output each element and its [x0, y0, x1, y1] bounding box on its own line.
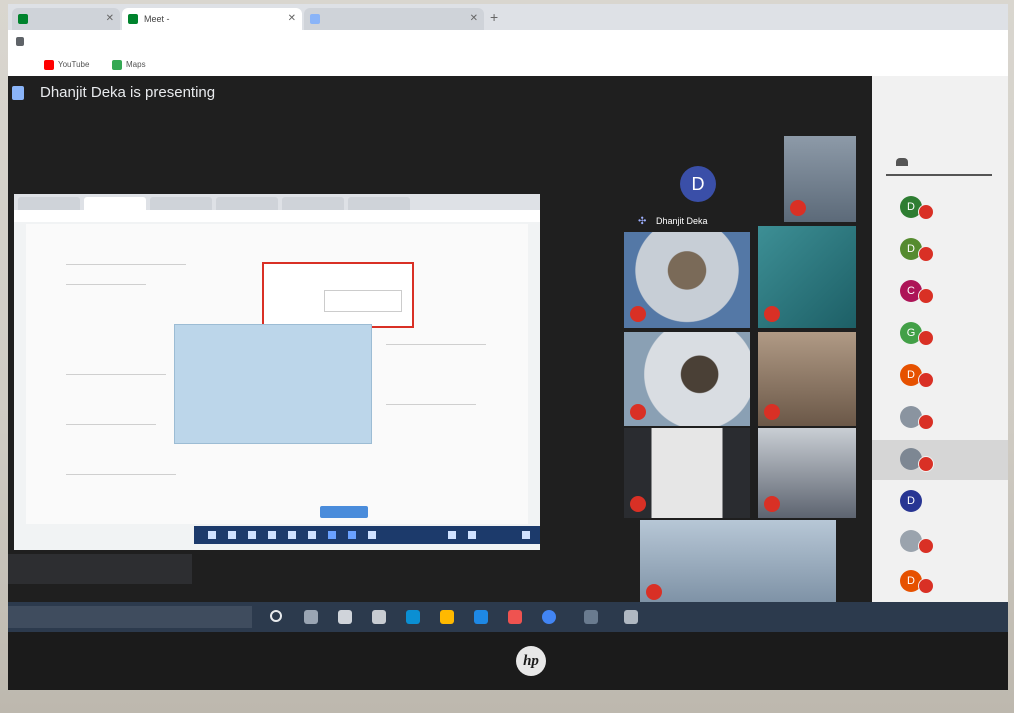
system-tray[interactable]: [880, 610, 1000, 624]
bookmarks-bar: YouTube Maps: [8, 54, 1008, 77]
lock-icon: [16, 37, 24, 46]
captions-bar: [8, 554, 192, 584]
close-tab-icon[interactable]: ✕: [288, 8, 296, 30]
app-icon[interactable]: [508, 610, 522, 624]
task-view-icon[interactable]: [304, 610, 318, 624]
people-panel: D D C G D D D: [872, 76, 1008, 602]
address-bar[interactable]: [8, 30, 1008, 55]
participant-row[interactable]: D: [872, 562, 1008, 602]
participant-tile[interactable]: [624, 428, 750, 518]
participant-name: Dhanjit Deka: [656, 216, 708, 226]
avatar: D: [900, 490, 922, 512]
close-tab-icon[interactable]: ✕: [106, 8, 114, 30]
maps-icon: [112, 60, 122, 70]
presenting-banner: Dhanjit Deka is presenting: [8, 76, 888, 112]
tab-favicon-icon: [310, 14, 320, 24]
bookmark-label: Maps: [126, 60, 146, 69]
participant-tile[interactable]: [640, 520, 836, 606]
participant-row[interactable]: [872, 440, 1008, 480]
mic-off-icon: [918, 288, 934, 304]
camera-icon[interactable]: [338, 610, 352, 624]
new-tab-button[interactable]: +: [490, 8, 498, 26]
meet-favicon-icon: [128, 14, 138, 24]
present-icon: [12, 86, 24, 100]
video-feed: [640, 520, 836, 606]
url-text[interactable]: [32, 35, 632, 49]
windows-taskbar: [8, 602, 1008, 632]
participant-row[interactable]: D: [872, 482, 1008, 522]
participant-tile[interactable]: [624, 332, 750, 426]
pin-icon[interactable]: ✣: [638, 216, 646, 227]
shared-address-bar: [14, 210, 540, 222]
hp-logo: hp: [516, 646, 546, 676]
chrome-icon[interactable]: [542, 610, 556, 624]
people-icon: [896, 158, 908, 166]
participant-tile[interactable]: [624, 232, 750, 328]
highlighted-dialog: [262, 262, 414, 328]
folder-icon[interactable]: [440, 610, 454, 624]
participant-row[interactable]: G: [872, 314, 1008, 354]
browser-tab-meet[interactable]: Meet - ✕: [122, 8, 302, 30]
mic-off-icon: [630, 404, 646, 420]
mic-off-icon: [790, 200, 806, 216]
self-tile[interactable]: D ✣ Dhanjit Deka: [620, 166, 774, 232]
tab-favicon-icon: [18, 14, 28, 24]
shared-browser-tabs: [14, 194, 540, 210]
edge-icon[interactable]: [406, 610, 420, 624]
participant-row[interactable]: [872, 522, 1008, 562]
people-tab[interactable]: [886, 156, 992, 176]
dialog-field: [324, 290, 402, 312]
youtube-icon: [44, 60, 54, 70]
mic-off-icon: [918, 330, 934, 346]
app-icon[interactable]: [624, 610, 638, 624]
mic-off-icon: [918, 372, 934, 388]
mic-off-icon: [918, 414, 934, 430]
shared-taskbar: [194, 526, 540, 544]
mic-off-icon: [646, 584, 662, 600]
mic-off-icon: [764, 306, 780, 322]
participant-row[interactable]: D: [872, 356, 1008, 396]
calculator-icon[interactable]: [372, 610, 386, 624]
store-icon[interactable]: [474, 610, 488, 624]
participant-row[interactable]: [872, 398, 1008, 438]
participant-row[interactable]: C: [872, 272, 1008, 312]
mic-off-icon: [918, 204, 934, 220]
participant-row[interactable]: D: [872, 188, 1008, 228]
participant-row[interactable]: D: [872, 230, 1008, 270]
mic-off-icon: [918, 456, 934, 472]
participant-tile[interactable]: [758, 428, 856, 518]
shared-screen: [14, 194, 540, 550]
mic-off-icon: [918, 538, 934, 554]
close-tab-icon[interactable]: ✕: [470, 8, 478, 30]
avatar: D: [680, 166, 716, 202]
mic-off-icon: [764, 404, 780, 420]
mic-off-icon: [630, 306, 646, 322]
tab-label: Meet -: [144, 14, 170, 24]
participant-tile[interactable]: [758, 332, 856, 426]
bookmark-youtube[interactable]: YouTube: [44, 58, 89, 72]
bookmark-label: YouTube: [58, 60, 90, 69]
selection-box: [174, 324, 372, 444]
presenting-text: Dhanjit Deka is presenting: [40, 84, 216, 101]
bookmark-maps[interactable]: Maps: [112, 58, 146, 72]
cortana-icon[interactable]: [270, 610, 282, 622]
taskbar-search-box[interactable]: [8, 606, 252, 628]
laptop-screen: ✕ Meet - ✕ ✕ + YouTube Maps Dhanjit Deka…: [8, 4, 1008, 632]
participant-tile[interactable]: [758, 226, 856, 328]
mic-off-icon: [630, 496, 646, 512]
browser-tab-3[interactable]: ✕: [304, 8, 484, 30]
mic-off-icon: [918, 578, 934, 594]
mic-off-icon: [918, 246, 934, 262]
mic-off-icon: [764, 496, 780, 512]
participant-tile[interactable]: [784, 136, 856, 222]
app-icon[interactable]: [584, 610, 598, 624]
browser-tab-1[interactable]: ✕: [12, 8, 120, 30]
meet-call-area: Dhanjit Deka is presenting D ✣ Dhanjit D…: [8, 76, 1008, 606]
shared-button: [320, 506, 368, 518]
laptop-bezel: [8, 632, 1008, 690]
browser-tab-bar: ✕ Meet - ✕ ✕ +: [8, 4, 1008, 30]
